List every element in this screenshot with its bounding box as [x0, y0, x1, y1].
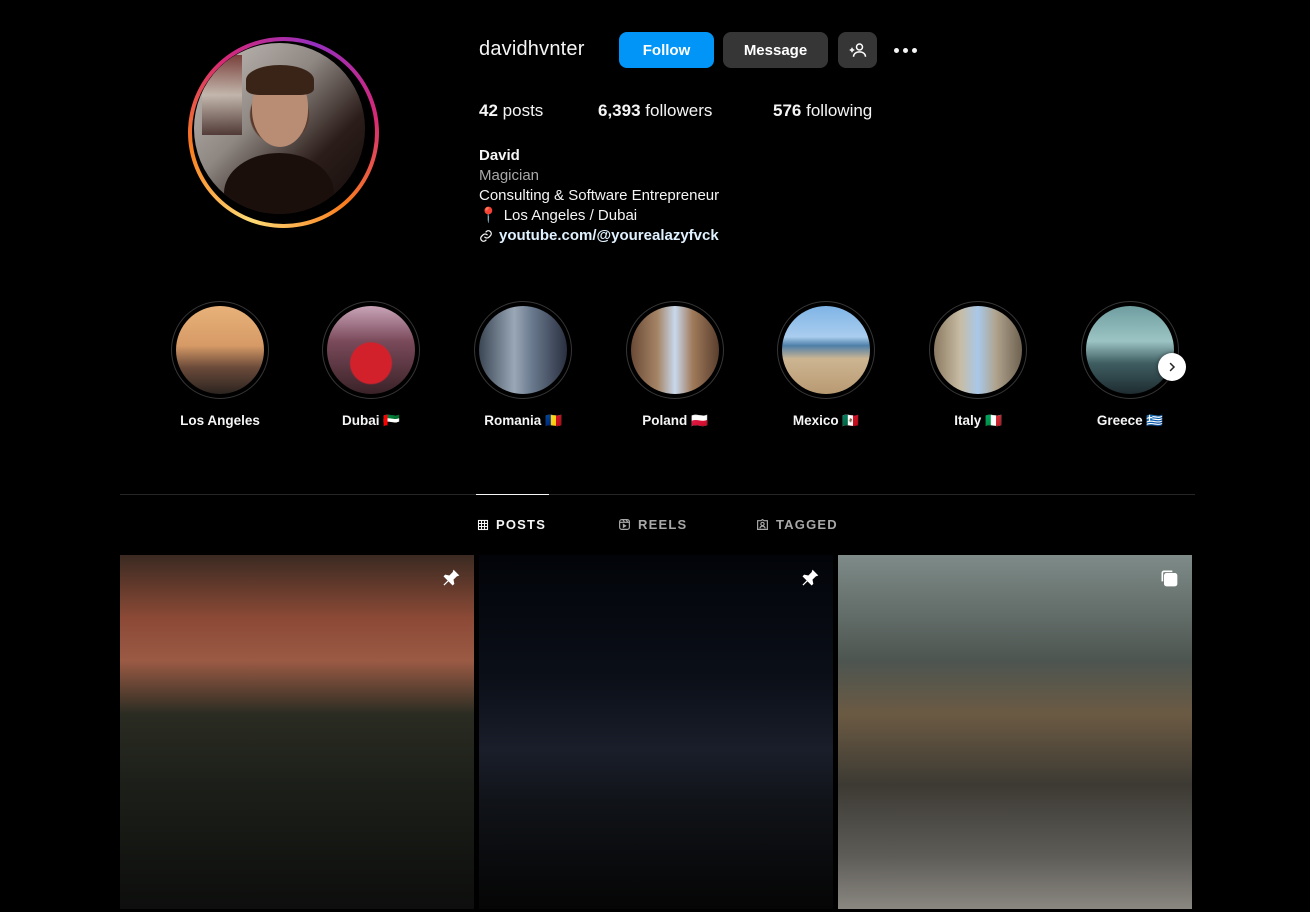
- dot-icon: [911, 47, 917, 53]
- link-icon: [480, 230, 492, 242]
- more-options-button[interactable]: [890, 40, 920, 60]
- pin-icon: [799, 567, 821, 589]
- highlight-label: Italy 🇮🇹: [954, 413, 1002, 428]
- highlight-dubai[interactable]: Dubai 🇦🇪: [311, 301, 431, 429]
- follow-button[interactable]: Follow: [619, 32, 714, 68]
- chevron-right-icon: [1169, 362, 1176, 372]
- post-thumbnail[interactable]: [120, 555, 474, 909]
- highlight-label: Dubai 🇦🇪: [341, 413, 401, 428]
- highlight-label: Poland 🇵🇱: [642, 413, 708, 428]
- highlight-label: Romania 🇷🇴: [484, 413, 562, 428]
- highlight-poland[interactable]: Poland 🇵🇱: [615, 301, 735, 429]
- followers-link[interactable]: 6,393 followers: [598, 101, 712, 121]
- profile-category: Magician: [479, 167, 540, 184]
- highlight-romania[interactable]: Romania 🇷🇴: [463, 301, 583, 429]
- highlights-next-button[interactable]: [1158, 353, 1186, 381]
- highlight-cover: [176, 306, 264, 394]
- tab-posts[interactable]: POSTS: [477, 517, 546, 532]
- dot-icon: [893, 47, 899, 53]
- bio-link[interactable]: youtube.com/@yourealazyfvck: [479, 226, 719, 246]
- dot-icon: [902, 47, 908, 53]
- post-thumbnail[interactable]: [479, 555, 833, 909]
- carousel-icon: [1158, 567, 1180, 589]
- active-tab-indicator: [476, 494, 549, 495]
- profile-avatar-ring[interactable]: [188, 37, 379, 228]
- highlight-cover: [1086, 306, 1174, 394]
- post-thumbnail[interactable]: [838, 555, 1192, 909]
- highlight-label: Mexico 🇲🇽: [792, 413, 860, 428]
- highlight-label: Greece 🇬🇷: [1096, 413, 1164, 428]
- profile-username: davidhvnter: [479, 38, 585, 60]
- pin-icon: [440, 567, 462, 589]
- add-person-icon: [849, 43, 866, 57]
- highlight-italy[interactable]: Italy 🇮🇹: [918, 301, 1038, 429]
- following-link[interactable]: 576 following: [773, 101, 872, 121]
- highlight-mexico[interactable]: Mexico 🇲🇽: [766, 301, 886, 429]
- highlight-cover: [631, 306, 719, 394]
- highlight-cover: [782, 306, 870, 394]
- message-button[interactable]: Message: [723, 32, 828, 68]
- posts-count: 42 posts: [479, 101, 544, 120]
- highlight-label: Los Angeles: [180, 413, 260, 428]
- tabs-divider: [120, 494, 1195, 495]
- highlight-los-angeles[interactable]: Los Angeles: [160, 301, 280, 428]
- reels-icon: [619, 519, 630, 530]
- pin-icon: 📍: [479, 207, 498, 224]
- highlight-cover: [479, 306, 567, 394]
- highlight-cover: [327, 306, 415, 394]
- suggested-users-button[interactable]: [838, 32, 877, 68]
- highlight-cover: [934, 306, 1022, 394]
- bio-line: Consulting & Software Entrepreneur: [479, 187, 720, 204]
- avatar[interactable]: [194, 43, 365, 214]
- bio-location: 📍 Los Angeles / Dubai: [479, 207, 638, 224]
- grid-icon: [477, 519, 489, 530]
- profile-full-name: David: [479, 147, 520, 164]
- tab-reels[interactable]: REELS: [618, 517, 687, 532]
- profile-bio: David Magician Consulting & Software Ent…: [479, 146, 719, 246]
- tab-tagged[interactable]: TAGGED: [756, 517, 838, 532]
- tagged-icon: [757, 518, 768, 530]
